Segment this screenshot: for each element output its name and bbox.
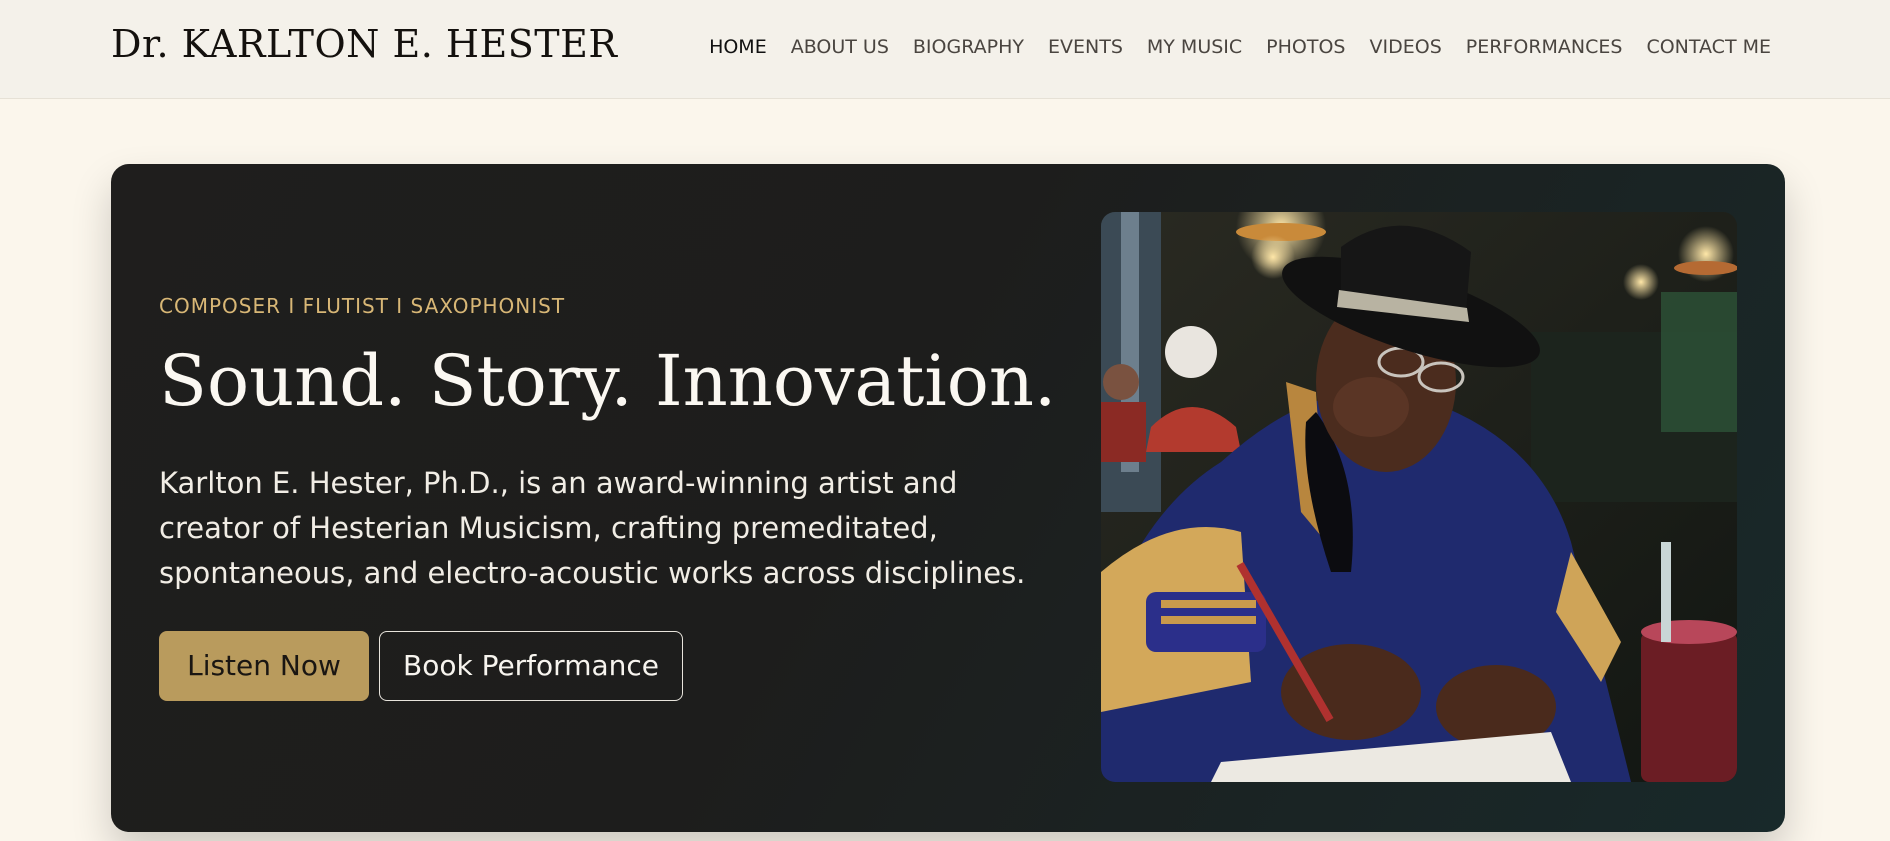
- nav-my-music[interactable]: MY MUSIC: [1147, 36, 1242, 58]
- site-logo[interactable]: Dr. KARLTON E. HESTER: [111, 22, 618, 66]
- nav-contact-me[interactable]: CONTACT ME: [1646, 36, 1771, 58]
- hero-headline: Sound. Story. Innovation.: [159, 340, 1057, 422]
- hero-card: COMPOSER I FLUTIST I SAXOPHONIST Sound. …: [111, 164, 1785, 832]
- nav-events[interactable]: EVENTS: [1048, 36, 1123, 58]
- hero-description: Karlton E. Hester, Ph.D., is an award-wi…: [159, 466, 1026, 590]
- nav-photos[interactable]: PHOTOS: [1266, 36, 1345, 58]
- listen-now-button[interactable]: Listen Now: [159, 631, 369, 701]
- book-performance-button[interactable]: Book Performance: [379, 631, 683, 701]
- nav-biography[interactable]: BIOGRAPHY: [913, 36, 1024, 58]
- hero-photo: [1101, 212, 1737, 782]
- nav-home[interactable]: HOME: [709, 36, 767, 58]
- main-nav: HOME ABOUT US BIOGRAPHY EVENTS MY MUSIC …: [709, 36, 1771, 58]
- nav-performances[interactable]: PERFORMANCES: [1466, 36, 1623, 58]
- nav-videos[interactable]: VIDEOS: [1370, 36, 1442, 58]
- site-header: Dr. KARLTON E. HESTER HOME ABOUT US BIOG…: [0, 0, 1890, 99]
- hero-eyebrow: COMPOSER I FLUTIST I SAXOPHONIST: [159, 294, 566, 318]
- portrait-illustration: [1101, 212, 1737, 782]
- nav-about-us[interactable]: ABOUT US: [791, 36, 889, 58]
